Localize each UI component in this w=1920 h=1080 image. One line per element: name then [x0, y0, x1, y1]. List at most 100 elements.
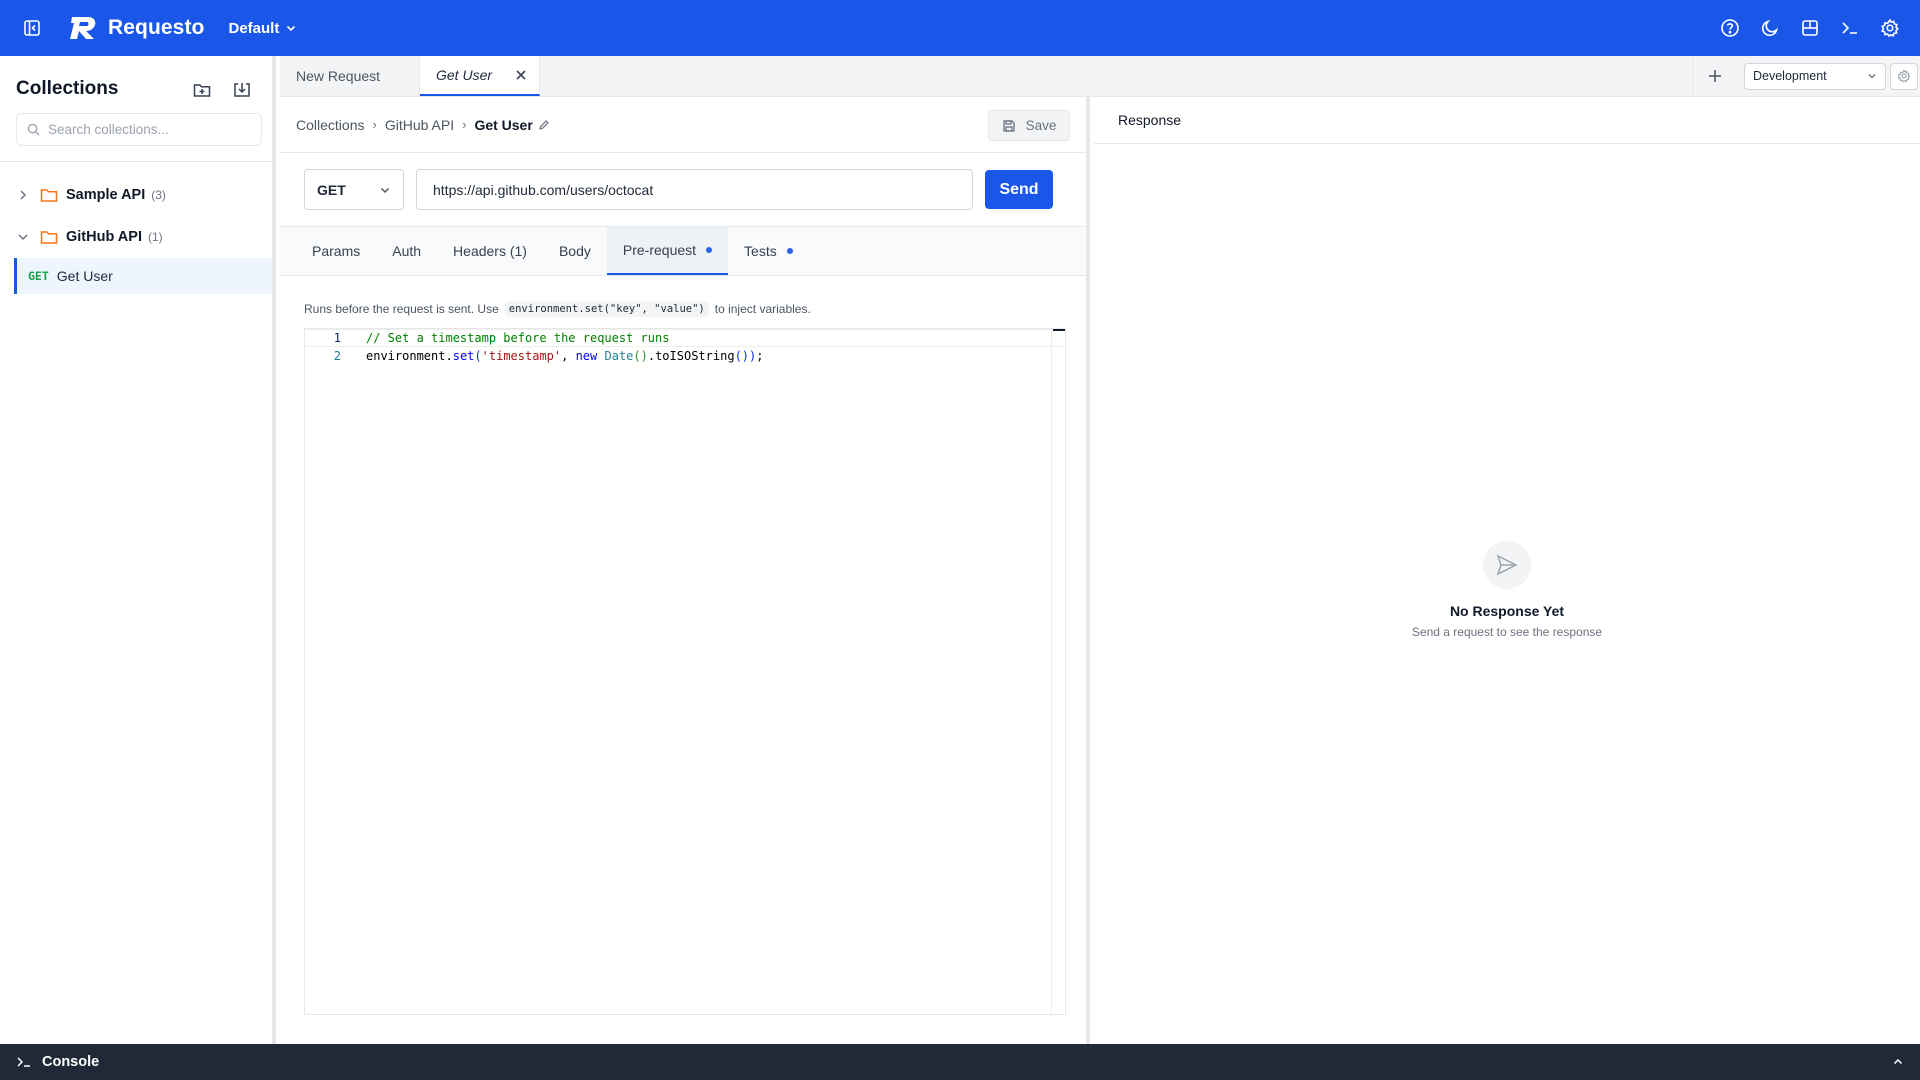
search-icon	[27, 123, 40, 136]
tab-label: New Request	[296, 68, 381, 84]
code-token: Date	[604, 349, 634, 363]
request-tab-bar: New Request Get User Development	[280, 56, 1920, 97]
app-name: Requesto	[108, 16, 205, 39]
environment-select[interactable]: Development	[1744, 62, 1886, 90]
response-header: Response	[1094, 97, 1920, 144]
code-token: 'timestamp'	[481, 349, 562, 363]
line-number: 1	[333, 331, 341, 345]
breadcrumb-separator: ›	[372, 117, 377, 132]
send-button[interactable]: Send	[985, 170, 1053, 209]
tab-label: Tests	[744, 243, 777, 259]
method-badge: GET	[28, 269, 49, 283]
modified-dot	[786, 248, 793, 254]
breadcrumb-item[interactable]: GitHub API	[385, 117, 454, 133]
send-icon	[1483, 541, 1531, 589]
sidebar-title: Collections	[16, 78, 119, 99]
sidebar: Collections Sample API (3) GitHub API (1…	[0, 56, 276, 1044]
new-folder-icon[interactable]	[188, 76, 216, 104]
chevron-down-icon	[1868, 74, 1876, 79]
request-item-get-user[interactable]: GET Get User	[14, 258, 272, 294]
code-text: // Set a timestamp before the request ru…	[366, 331, 670, 345]
empty-title: No Response Yet	[1449, 603, 1565, 619]
script-editor[interactable]: 1 // Set a timestamp before the request …	[304, 328, 1066, 1015]
tab-new-request[interactable]: New Request	[280, 56, 420, 96]
console-bar[interactable]: Console	[0, 1044, 1920, 1080]
empty-state: No Response Yet Send a request to see th…	[1094, 541, 1920, 639]
code-token: set	[452, 349, 475, 363]
tab-body[interactable]: Body	[543, 227, 607, 275]
tab-label: Get User	[436, 67, 493, 83]
chevron-up-icon[interactable]	[1892, 1056, 1904, 1068]
code-token: ())	[734, 349, 757, 363]
search-input[interactable]	[48, 122, 248, 137]
breadcrumb-separator: ›	[462, 117, 467, 132]
sidebar-toggle-icon[interactable]	[16, 12, 48, 44]
environment-label: Development	[1753, 69, 1827, 83]
logo-icon	[70, 17, 96, 39]
save-button[interactable]: Save	[988, 110, 1070, 141]
code-token: .	[445, 349, 453, 363]
close-icon[interactable]	[515, 69, 527, 81]
gear-icon[interactable]	[1874, 12, 1906, 44]
save-icon	[1002, 119, 1015, 132]
code-text: environment.set('timestamp', new Date().…	[366, 349, 763, 363]
method-label: GET	[317, 181, 346, 198]
url-bar: GET Send	[280, 153, 1086, 227]
breadcrumb-item[interactable]: Collections	[296, 117, 364, 133]
pencil-icon[interactable]	[538, 119, 550, 131]
folder-sample-api[interactable]: Sample API (3)	[0, 174, 272, 216]
chevron-down-icon	[287, 25, 296, 32]
code-token: environment	[366, 349, 446, 363]
code-line: 2 environment.set('timestamp', new Date(…	[305, 347, 1065, 365]
breadcrumb: Collections › GitHub API › Get User Save	[280, 97, 1086, 153]
sidebar-header: Collections	[0, 56, 272, 162]
folder-github-api[interactable]: GitHub API (1)	[0, 216, 272, 258]
request-subtabs: Params Auth Headers (1) Body Pre-request…	[280, 227, 1086, 276]
environment-settings-button[interactable]	[1890, 62, 1918, 90]
tab-label: Pre-request	[622, 242, 697, 258]
chevron-down-icon	[380, 187, 390, 193]
plus-icon	[1708, 70, 1721, 82]
folder-count: (1)	[147, 230, 163, 244]
request-name: Get User	[56, 268, 113, 284]
import-icon[interactable]	[228, 76, 256, 104]
code-line: 1 // Set a timestamp before the request …	[305, 329, 1065, 347]
response-panel: Response No Response Yet Send a request …	[1094, 97, 1920, 1044]
script-helper-text: Runs before the request is sent. Use env…	[304, 301, 811, 317]
editor-scrollbar[interactable]	[1051, 329, 1065, 1014]
layout-icon[interactable]	[1794, 12, 1826, 44]
chevron-down-icon	[18, 234, 28, 241]
gear-icon	[1897, 69, 1911, 83]
code-token: (	[474, 349, 482, 363]
terminal-icon[interactable]	[1834, 12, 1866, 44]
help-icon[interactable]	[1714, 12, 1746, 44]
tab-tests[interactable]: Tests	[728, 227, 809, 275]
method-select[interactable]: GET	[304, 169, 404, 210]
chevron-right-icon	[20, 190, 27, 200]
code-token: .toISOString	[647, 349, 735, 363]
terminal-icon	[17, 1057, 30, 1067]
add-tab-button[interactable]	[1692, 56, 1736, 96]
tab-auth[interactable]: Auth	[376, 227, 437, 275]
workspace-label: Default	[228, 19, 280, 37]
tab-headers[interactable]: Headers (1)	[437, 227, 543, 275]
tab-get-user[interactable]: Get User	[420, 56, 540, 96]
code-token: ()	[633, 349, 648, 363]
tab-params[interactable]: Params	[296, 227, 376, 275]
folder-icon	[40, 189, 58, 202]
request-panel: Collections › GitHub API › Get User Save…	[280, 97, 1090, 1044]
helper-code: environment.set("key", "value")	[504, 301, 709, 317]
request-title: Get User	[474, 116, 533, 133]
moon-icon[interactable]	[1754, 12, 1786, 44]
code-token: ;	[756, 349, 764, 363]
workspace-selector[interactable]: Default	[228, 20, 297, 37]
helper-prefix: Runs before the request is sent. Use	[304, 302, 499, 316]
folder-icon	[40, 231, 58, 244]
app-logo[interactable]: Requesto	[68, 15, 204, 41]
modified-dot	[706, 247, 713, 253]
folder-count: (3)	[151, 188, 166, 202]
tab-pre-request[interactable]: Pre-request	[606, 227, 729, 275]
url-input[interactable]	[416, 169, 973, 210]
line-number: 2	[333, 349, 341, 363]
